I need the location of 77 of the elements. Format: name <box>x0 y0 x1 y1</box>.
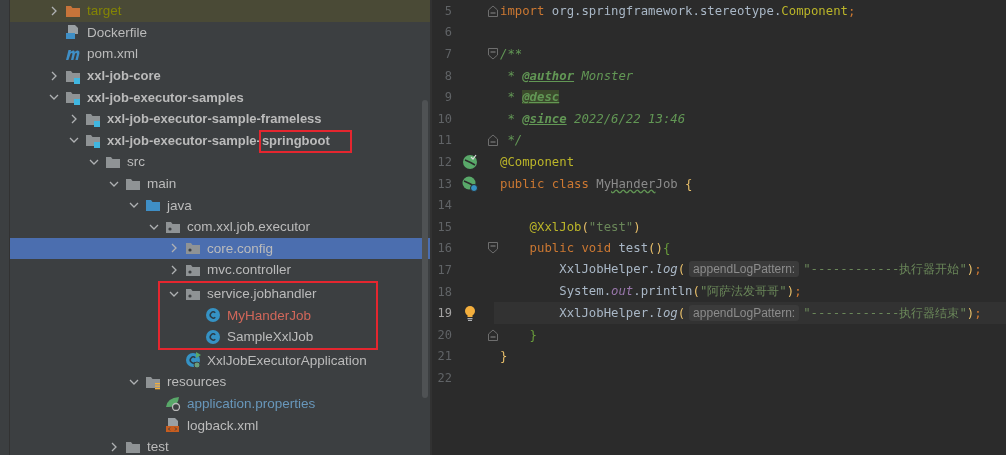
file-icon <box>65 24 81 41</box>
class-icon <box>205 328 221 345</box>
code-line: public void test(){ <box>528 241 671 256</box>
tree-item[interactable]: resources <box>10 371 430 393</box>
line-number: 15 <box>436 219 452 234</box>
code-line: XxlJobHelper.log( appendLogPattern: "------------执行器结束"); <box>558 304 982 322</box>
code-line: System.out.println("阿萨法发哥哥"); <box>558 283 802 300</box>
code-line: } <box>528 327 538 342</box>
line-number: 22 <box>436 370 452 385</box>
code-line: import org.springframework.stereotype.Component; <box>500 3 856 18</box>
fold-icon[interactable] <box>488 328 498 341</box>
code-line: /** <box>500 47 523 61</box>
tree-item[interactable]: xxl-job-executor-sample-springboot <box>10 129 430 152</box>
code-line: @Component <box>500 154 575 169</box>
bean-icon[interactable] <box>462 153 478 170</box>
code-line: } <box>500 349 508 364</box>
package-icon <box>185 240 201 257</box>
leaf-icon <box>165 395 181 412</box>
line-number: 9 <box>443 90 452 105</box>
tree-item[interactable]: xxl-job-executor-samples <box>10 86 430 108</box>
tree-item[interactable]: src <box>10 151 430 173</box>
line-number: 21 <box>436 349 452 364</box>
fold-icon[interactable] <box>488 134 498 147</box>
module-folder-icon <box>65 89 81 106</box>
code-line: @XxlJob("test") <box>528 219 641 234</box>
tree-item[interactable]: service.jobhandler <box>160 282 376 305</box>
class-icon <box>185 352 201 369</box>
tree-item[interactable]: com.xxl.job.executor <box>10 215 430 238</box>
tree-item[interactable]: Dockerfile <box>10 21 430 44</box>
code-line: XxlJobHelper.log( appendLogPattern: "------------执行器开始"); <box>558 261 982 279</box>
chevron-right-icon[interactable] <box>109 441 119 452</box>
line-number: 16 <box>436 241 452 256</box>
line-number: 11 <box>436 133 452 148</box>
line-number: 19 <box>436 306 452 321</box>
code-line: public class MyHanderJob { <box>500 176 693 191</box>
tree-item[interactable]: pom.xml <box>10 43 430 65</box>
module-folder-icon <box>85 132 101 149</box>
lightbulb-icon[interactable] <box>462 305 478 322</box>
fold-icon[interactable] <box>488 4 498 17</box>
code-line: */ <box>506 133 523 148</box>
chevron-right-icon[interactable] <box>69 113 79 124</box>
line-number: 18 <box>436 284 452 299</box>
chevron-right-icon[interactable] <box>49 70 59 81</box>
bean-icon[interactable] <box>462 175 478 192</box>
line-number: 6 <box>443 25 452 40</box>
xml-file-icon <box>165 417 181 434</box>
code-line: * @desc <box>506 90 560 105</box>
code-line: * @author Monster <box>506 68 634 83</box>
line-number: 13 <box>436 176 452 191</box>
highlight-box: springboot <box>258 129 352 153</box>
folder-icon <box>145 197 161 214</box>
line-number: 12 <box>436 154 452 169</box>
tree-item[interactable]: java <box>10 194 430 216</box>
line-number: 7 <box>443 47 452 61</box>
line-number: 17 <box>436 262 452 277</box>
line-number: 5 <box>443 3 452 18</box>
tree-item[interactable]: logback.xml <box>10 414 430 436</box>
tree-item[interactable]: application.properties <box>10 392 430 415</box>
line-number: 10 <box>436 111 452 126</box>
code-line: * @since 2022/6/22 13:46 <box>506 111 686 126</box>
tree-item[interactable]: XxlJobExecutorApplication <box>10 349 430 372</box>
fold-icon[interactable] <box>488 48 498 60</box>
line-number: 14 <box>436 198 452 213</box>
tree-item[interactable]: xxl-job-core <box>10 64 430 87</box>
scrollbar[interactable] <box>422 100 428 398</box>
tree-item[interactable]: main <box>10 172 430 195</box>
chevron-right-icon[interactable] <box>169 264 179 275</box>
chevron-right-icon[interactable] <box>49 5 59 16</box>
class-icon <box>205 307 221 324</box>
tree-item[interactable]: MyHanderJob <box>160 304 376 326</box>
tree-item[interactable]: test <box>10 435 430 455</box>
tree-item[interactable]: SampleXxlJob <box>160 325 376 348</box>
tree-item[interactable]: xxl-job-executor-sample-frameless <box>10 107 430 130</box>
line-number: 20 <box>436 327 452 342</box>
fold-icon[interactable] <box>488 242 498 255</box>
line-number: 8 <box>443 68 452 83</box>
tree-item[interactable]: mvc.controller <box>10 259 430 281</box>
